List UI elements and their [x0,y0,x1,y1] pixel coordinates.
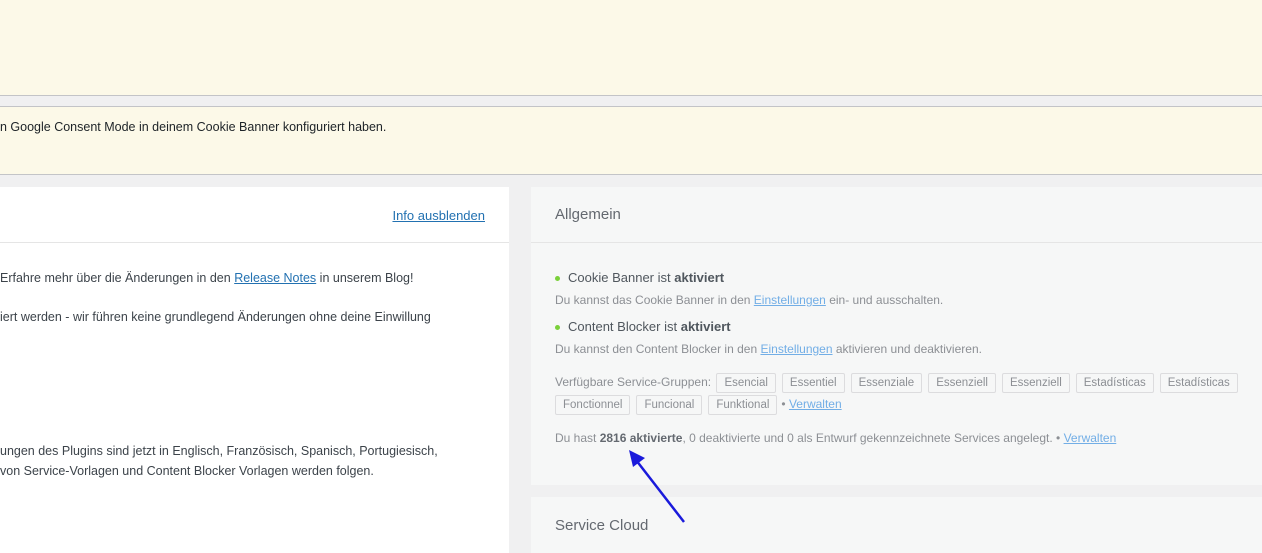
info-line-languages: ungen des Plugins sind jetzt in Englisch… [0,444,438,458]
status-dot-icon [555,276,560,282]
service-groups-manage-link[interactable]: Verwalten [789,397,842,411]
info-line-changes: iert werden - wir führen keine grundlege… [0,310,431,324]
cookie-banner-status-value: aktiviert [674,270,725,285]
services-active-count: 2816 aktivierte [599,431,683,445]
content-blocker-help-prefix: Du kannst den Content Blocker in den [555,342,761,356]
cookie-banner-status: Cookie Banner ist aktiviert [555,270,724,285]
services-summary: Du hast 2816 aktivierte, 0 deaktivierte … [555,431,1116,445]
service-groups: Verfügbare Service-Gruppen: Esencial Esse… [555,371,1255,415]
info-line-release: Erfahre mehr über die Änderungen in den … [0,271,413,285]
service-group-chip: Essenziale [850,373,923,393]
content-blocker-help-suffix: aktivieren und deaktivieren. [832,342,982,356]
consent-notice-text: n Google Consent Mode in deinem Cookie B… [0,120,387,134]
hide-info-link[interactable]: Info ausblenden [392,208,485,223]
content-blocker-settings-link[interactable]: Einstellungen [760,342,832,356]
cookie-banner-help-suffix: ein- und ausschalten. [825,293,944,307]
release-notes-link[interactable]: Release Notes [234,271,316,285]
cookie-banner-help-prefix: Du kannst das Cookie Banner in den [555,293,754,307]
content-blocker-help: Du kannst den Content Blocker in den Ein… [555,342,982,356]
info-line-templates: von Service-Vorlagen und Content Blocker… [0,464,374,478]
content-blocker-status-value: aktiviert [680,319,731,334]
info-line-release-suffix: in unserem Blog! [316,271,414,285]
service-group-chip: Fonctionnel [555,395,631,415]
service-group-chip: Essentiel [781,373,845,393]
service-group-chip: Estadísticas [1159,373,1238,393]
general-card-header: Allgemein [531,187,1262,243]
notice-top [0,0,1262,96]
cookie-banner-label: Cookie Banner ist [568,270,675,285]
service-groups-label: Verfügbare Service-Gruppen: [555,375,712,389]
service-group-chip: Essenziell [1001,373,1070,393]
service-groups-separator: • [781,397,786,411]
info-card-header: Info ausblenden [0,187,509,243]
services-suffix: , 0 deaktivierte und 0 als Entwurf geken… [682,431,1053,445]
service-group-chip: Estadísticas [1075,373,1154,393]
service-group-chip: Essenziell [928,373,996,393]
cookie-banner-help: Du kannst das Cookie Banner in den Einst… [555,293,943,307]
general-title: Allgemein [555,206,621,223]
services-separator: • [1056,431,1061,445]
info-card: Info ausblenden Erfahre mehr über die Än… [0,187,509,553]
annotation-arrow-icon [629,450,685,523]
service-group-chip: Esencial [716,373,776,393]
status-dot-icon [555,325,560,331]
service-group-chip: Funktional [708,395,778,415]
services-manage-link[interactable]: Verwalten [1064,431,1117,445]
content-blocker-status: Content Blocker ist aktiviert [555,319,731,334]
content-blocker-label: Content Blocker ist [568,319,681,334]
consent-mode-notice: n Google Consent Mode in deinem Cookie B… [0,106,1262,175]
info-line-release-prefix: Erfahre mehr über die Änderungen in den [0,271,235,285]
service-group-chip: Funcional [636,395,703,415]
general-card: Allgemein Cookie Banner ist aktiviert Du… [531,187,1262,485]
cookie-banner-settings-link[interactable]: Einstellungen [754,293,826,307]
services-prefix: Du hast [555,431,600,445]
